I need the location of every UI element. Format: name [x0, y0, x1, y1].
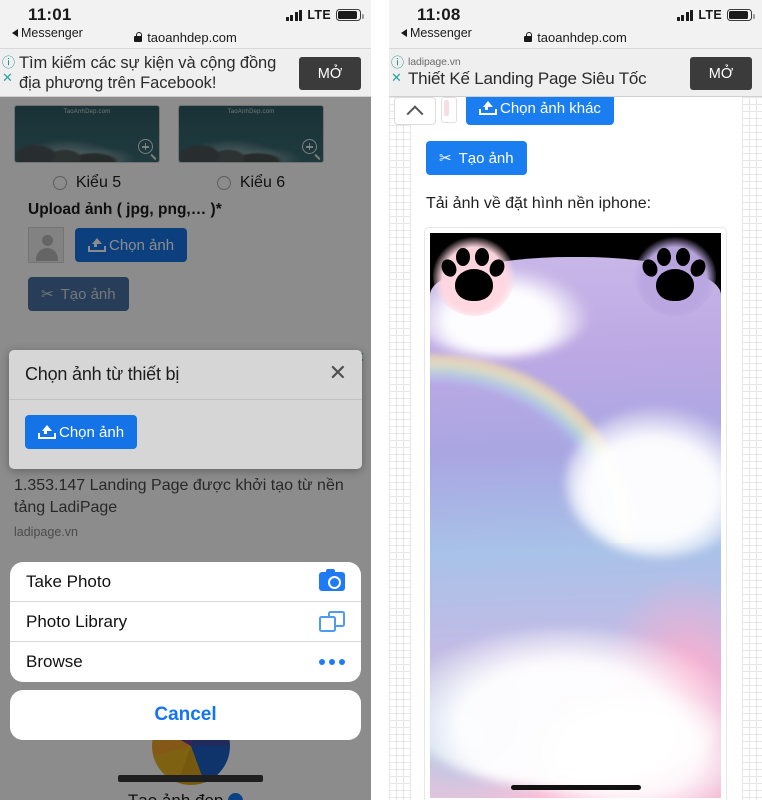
modal-body: Chọn ảnh: [9, 400, 362, 469]
ad-domain: ladipage.vn: [408, 56, 461, 68]
action-photo-library-label: Photo Library: [26, 611, 128, 631]
sky-gradient: [430, 257, 721, 798]
upload-icon: [479, 101, 497, 115]
modal-choose-image-label: Chọn ảnh: [59, 423, 125, 441]
action-sheet-cancel-button[interactable]: Cancel: [10, 690, 361, 740]
create-image-button[interactable]: ✂ Tạo ảnh: [426, 141, 527, 175]
action-browse-label: Browse: [26, 652, 83, 671]
ad-marks: ⓘ ✕: [2, 56, 18, 85]
modal-header: Chọn ảnh từ thiết bị ✕: [9, 350, 362, 400]
signal-bars-icon: [285, 9, 303, 21]
action-photo-library[interactable]: Photo Library: [10, 602, 361, 642]
ad-open-button[interactable]: MỞ: [299, 57, 361, 90]
wallpaper-image: [430, 233, 721, 798]
lock-icon: [134, 32, 143, 42]
ad-close-icon[interactable]: ✕: [2, 71, 18, 84]
modal-close-button[interactable]: ✕: [329, 362, 347, 384]
create-image-label: Tạo ảnh: [458, 149, 514, 167]
paw-pad: [455, 269, 493, 301]
address-bar[interactable]: taoanhdep.com: [0, 26, 371, 48]
action-browse[interactable]: Browse: [10, 642, 361, 682]
ad-marks: ⓘ ✕: [391, 56, 407, 85]
paw-print-left-icon: [433, 234, 515, 316]
grid-pattern-right: [742, 97, 762, 800]
address-bar-url: taoanhdep.com: [147, 29, 237, 45]
left-ad-banner[interactable]: ⓘ ✕ Tìm kiếm các sự kiện và cộng đồng đị…: [0, 48, 371, 97]
battery-icon: [336, 9, 364, 21]
paw-toe: [475, 248, 489, 266]
grid-pattern-left: [389, 97, 411, 800]
home-indicator-bar: [510, 785, 641, 790]
generated-wallpaper-frame[interactable]: [424, 227, 727, 800]
choose-other-image-button[interactable]: Chọn ảnh khác: [466, 97, 614, 125]
battery-icon: [727, 9, 755, 21]
download-caption: Tải ảnh về đặt hình nền iphone:: [426, 195, 652, 212]
chevron-up-icon: [406, 105, 424, 123]
status-indicators: LTE: [285, 8, 364, 22]
ad-info-icon[interactable]: ⓘ: [2, 56, 18, 70]
action-sheet-options: Take Photo Photo Library Browse: [10, 562, 361, 682]
modal-choose-image-button[interactable]: Chọn ảnh: [25, 415, 138, 449]
paw-toe: [676, 248, 690, 266]
left-page-viewport: TaoAnhDep.com Kiểu 5 TaoAnhDep.com Kiểu …: [0, 97, 371, 800]
network-label: LTE: [307, 8, 331, 22]
right-status-bar: 11:08 Messenger LTE taoanhdep.com: [389, 0, 762, 48]
ios-action-sheet: Take Photo Photo Library Browse Cancel: [10, 562, 361, 740]
ad-close-icon[interactable]: ✕: [391, 71, 407, 84]
screenshot-canvas: 11:01 Messenger LTE taoanhdep.com ⓘ ✕ Tì…: [0, 0, 762, 800]
choose-other-image-label: Chọn ảnh khác: [500, 99, 601, 117]
panel-separator: [371, 0, 389, 800]
upload-icon: [38, 425, 56, 439]
lock-icon: [524, 32, 533, 42]
paw-toe: [657, 248, 671, 266]
scissors-icon: ✂: [439, 149, 452, 167]
collapse-toggle-button[interactable]: [394, 97, 436, 125]
status-indicators: LTE: [676, 8, 755, 22]
left-phone-screenshot: 11:01 Messenger LTE taoanhdep.com ⓘ ✕ Tì…: [0, 0, 371, 800]
right-phone-screenshot: 11:08 Messenger LTE taoanhdep.com ⓘ ✕ la…: [389, 0, 762, 800]
paw-pad: [656, 269, 694, 301]
left-status-bar: 11:01 Messenger LTE taoanhdep.com: [0, 0, 371, 48]
right-page-viewport: Chọn ảnh khác ✂ Tạo ảnh Tải ảnh về đặt h…: [389, 97, 762, 800]
photo-library-icon: [319, 611, 345, 632]
right-ad-banner[interactable]: ⓘ ✕ ladipage.vn Thiết Kế Landing Page Si…: [389, 48, 762, 97]
choose-image-modal: Chọn ảnh từ thiết bị ✕ Chọn ảnh: [9, 350, 362, 469]
address-bar-url: taoanhdep.com: [537, 29, 627, 45]
signal-bars-icon: [676, 9, 694, 21]
thumbnail-stub: [441, 97, 457, 123]
address-bar[interactable]: taoanhdep.com: [389, 26, 762, 48]
paw-toe: [456, 248, 470, 266]
ad-text: Tìm kiếm các sự kiện và cộng đồng địa ph…: [19, 53, 277, 92]
status-time: 11:08: [417, 5, 461, 24]
action-take-photo-label: Take Photo: [26, 571, 112, 591]
modal-title: Chọn ảnh từ thiết bị: [25, 364, 180, 384]
ad-open-button[interactable]: MỞ: [690, 57, 752, 90]
ellipsis-icon: [319, 659, 345, 665]
action-take-photo[interactable]: Take Photo: [10, 562, 361, 602]
ad-info-icon[interactable]: ⓘ: [391, 56, 407, 70]
camera-icon: [319, 569, 345, 591]
paw-print-right-icon: [634, 234, 716, 316]
network-label: LTE: [698, 8, 722, 22]
ad-title: Thiết Kế Landing Page Siêu Tốc: [408, 69, 647, 88]
status-time: 11:01: [28, 5, 72, 24]
ad-text-block: ladipage.vn Thiết Kế Landing Page Siêu T…: [408, 56, 647, 89]
